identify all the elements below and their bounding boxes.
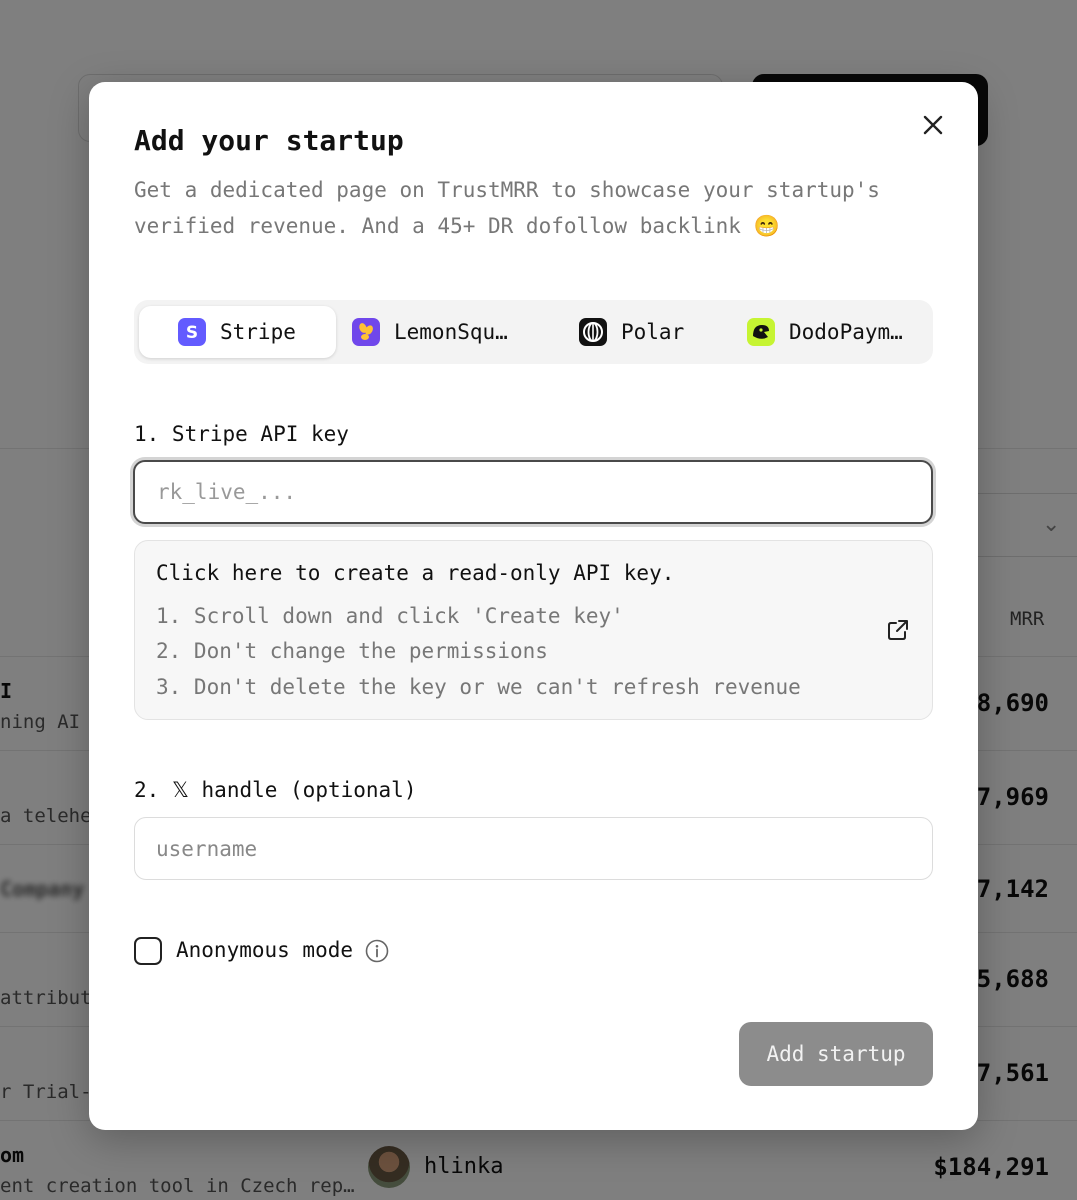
create-api-key-link[interactable]: Click here to create a read-only API key… xyxy=(134,540,933,720)
tab-dodopayments[interactable]: DodoPaym… xyxy=(734,306,930,358)
anonymous-mode-checkbox[interactable] xyxy=(134,937,162,965)
payment-provider-tabs: S Stripe LemonSqu… Polar DodoPaym… xyxy=(134,300,933,364)
close-button[interactable] xyxy=(916,108,950,142)
add-startup-button[interactable]: Add startup xyxy=(739,1022,933,1086)
lemonsqueezy-logo-icon xyxy=(352,318,380,346)
help-step: 2. Don't change the permissions xyxy=(156,639,548,663)
help-step: 1. Scroll down and click 'Create key' xyxy=(156,604,624,628)
dodopayments-logo-icon xyxy=(747,318,775,346)
external-link-icon xyxy=(888,620,908,640)
info-icon[interactable] xyxy=(364,938,390,964)
dialog-subtitle: Get a dedicated page on TrustMRR to show… xyxy=(134,178,880,238)
help-title: Click here to create a read-only API key… xyxy=(156,561,675,585)
dialog-title: Add your startup xyxy=(134,124,404,157)
stripe-logo-icon: S xyxy=(178,318,206,346)
tab-stripe[interactable]: S Stripe xyxy=(139,306,336,358)
x-handle-label: 2. 𝕏 handle (optional) xyxy=(134,778,416,802)
polar-logo-icon xyxy=(579,318,607,346)
x-logo-icon: 𝕏 xyxy=(171,778,189,802)
api-key-input[interactable] xyxy=(133,460,933,524)
x-handle-label-suffix: handle (optional) xyxy=(201,778,417,802)
help-step: 3. Don't delete the key or we can't refr… xyxy=(156,675,801,699)
close-icon xyxy=(923,115,943,135)
x-handle-label-prefix: 2. xyxy=(134,778,160,802)
anonymous-mode-label[interactable]: Anonymous mode xyxy=(176,938,353,962)
tab-lemonsqueezy[interactable]: LemonSqu… xyxy=(338,306,534,358)
tab-label: DodoPaym… xyxy=(789,320,903,344)
tab-polar[interactable]: Polar xyxy=(536,306,732,358)
tab-label: LemonSqu… xyxy=(394,320,508,344)
svg-text:S: S xyxy=(186,323,198,343)
x-handle-input[interactable] xyxy=(134,817,933,880)
api-key-label: 1. Stripe API key xyxy=(134,422,349,446)
tab-label: Stripe xyxy=(220,320,296,344)
tab-label: Polar xyxy=(621,320,685,344)
